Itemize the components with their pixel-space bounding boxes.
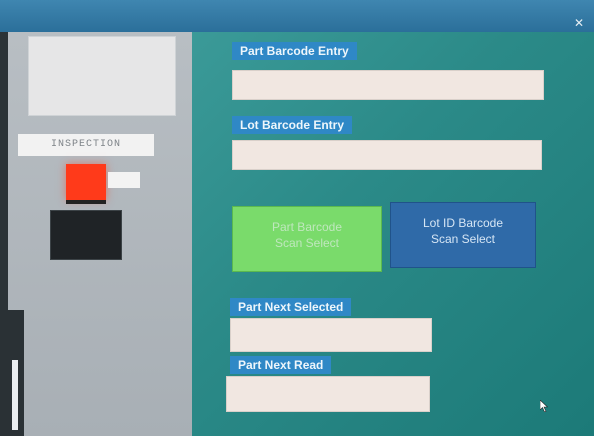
image-preview — [28, 36, 176, 116]
part-scan-line2: Scan Select — [274, 236, 340, 250]
part-scan-line1: Part Barcode — [271, 220, 343, 234]
part-next-read-input[interactable] — [226, 376, 430, 412]
part-barcode-input[interactable] — [232, 70, 544, 100]
part-next-read-label: Part Next Read — [230, 356, 332, 374]
mouse-cursor-icon — [540, 400, 548, 412]
status-indicator-red — [66, 164, 106, 200]
lot-id-barcode-scan-select-button[interactable]: Lot ID Barcode Scan Select — [390, 202, 536, 268]
status-indicator-underline — [66, 200, 106, 204]
lot-barcode-label: Lot Barcode Entry — [232, 116, 353, 134]
status-indicator-white — [108, 172, 140, 188]
part-next-selected-label: Part Next Selected — [230, 298, 352, 316]
left-bottom-slider[interactable] — [12, 360, 18, 430]
part-barcode-scan-select-button[interactable]: Part Barcode Scan Select — [232, 206, 382, 272]
status-display-box — [50, 210, 122, 260]
lot-scan-line1: Lot ID Barcode — [422, 216, 504, 230]
application-window: ✕ INSPECTION Part Barcode Entry Lot Barc… — [0, 0, 594, 436]
part-next-selected-input[interactable] — [230, 318, 432, 352]
close-icon[interactable]: ✕ — [572, 16, 586, 30]
part-barcode-label: Part Barcode Entry — [232, 42, 357, 60]
title-bar: ✕ — [0, 0, 594, 32]
lot-barcode-input[interactable] — [232, 140, 542, 170]
lot-scan-line2: Scan Select — [430, 232, 496, 246]
inspection-label: INSPECTION — [18, 134, 154, 156]
